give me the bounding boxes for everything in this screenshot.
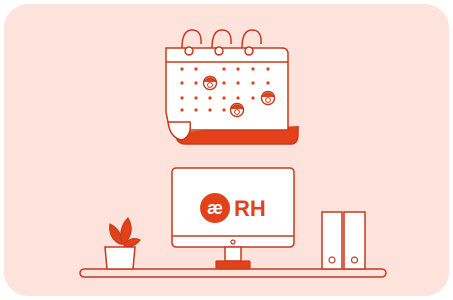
- computer-monitor-icon: æ RH: [171, 167, 295, 270]
- calendar-day-dot: [236, 67, 240, 71]
- calendar-day-dot: [251, 81, 255, 85]
- logo-glyph: æ: [207, 198, 223, 218]
- calendar-day-dot: [194, 67, 198, 71]
- calendar-day-dot: [266, 81, 270, 85]
- logo-text: RH: [234, 196, 266, 221]
- potted-plant-icon: [104, 217, 141, 270]
- calendar-day-dot: [194, 81, 198, 85]
- calendar-day-dot: [180, 108, 184, 112]
- calendar-day-dot: [222, 108, 226, 112]
- calendar-day-dot: [222, 67, 226, 71]
- calendar-icon: [165, 29, 299, 145]
- calendar-day-dot: [222, 81, 226, 85]
- calendar-day-dot: [180, 96, 184, 100]
- person-avatar-icon: [229, 102, 245, 118]
- person-avatar-icon: [202, 75, 218, 91]
- binders-icon: [321, 211, 366, 270]
- calendar-day-dot: [251, 67, 255, 71]
- calendar-day-dot: [236, 96, 240, 100]
- calendar-day-dot: [180, 81, 184, 85]
- calendar-day-dot: [266, 67, 270, 71]
- illustration-card: æ RH: [4, 4, 449, 296]
- calendar-day-dot: [208, 108, 212, 112]
- calendar-day-dot: [236, 81, 240, 85]
- calendar-day-dot: [194, 108, 198, 112]
- calendar-day-dot: [194, 96, 198, 100]
- hr-illustration: æ RH: [79, 29, 387, 278]
- calendar-day-dot: [208, 96, 212, 100]
- person-avatar-icon: [260, 90, 276, 106]
- desk-surface: [79, 268, 387, 278]
- calendar-day-dot: [180, 67, 184, 71]
- calendar-day-dot: [222, 96, 226, 100]
- calendar-day-dot: [251, 96, 255, 100]
